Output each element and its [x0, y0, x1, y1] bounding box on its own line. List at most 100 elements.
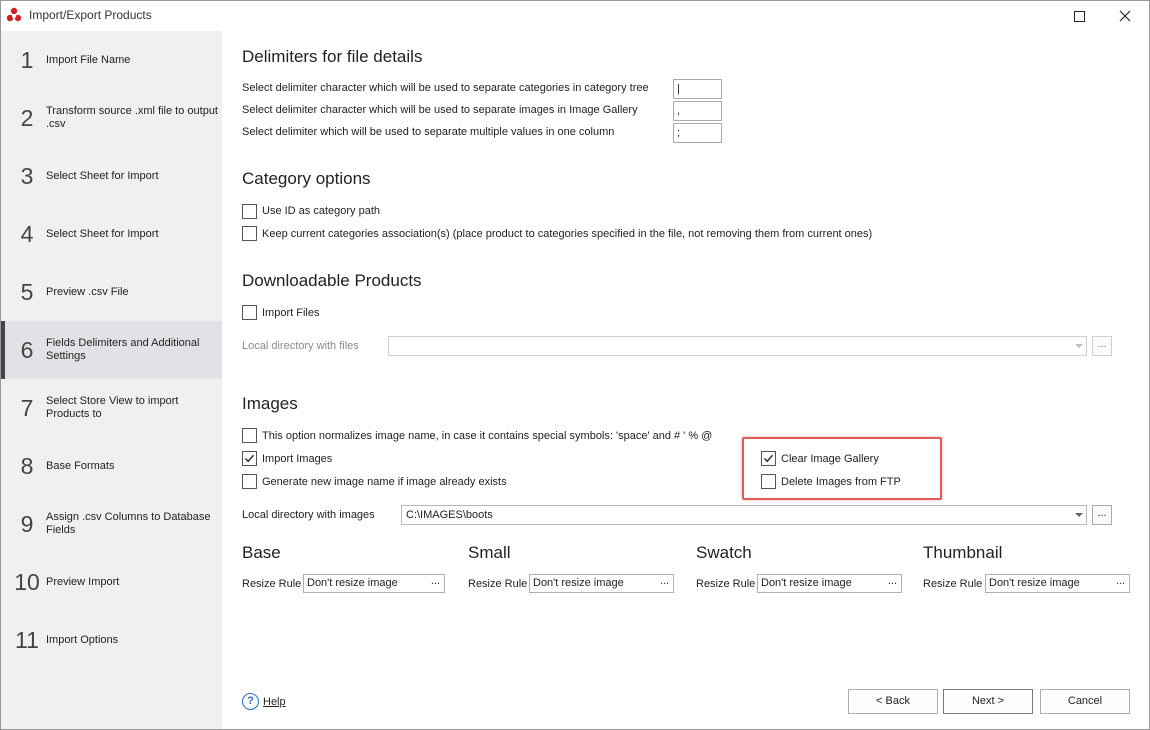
import-files-label: Import Files: [262, 307, 320, 319]
checkmark-icon: [244, 454, 255, 463]
step-assign-columns[interactable]: 9 Assign .csv Columns to Database Fields: [1, 495, 222, 553]
step-number: 3: [20, 162, 34, 189]
step-preview-csv[interactable]: 5 Preview .csv File: [1, 263, 222, 321]
step-number: 1: [20, 46, 34, 73]
more-options-icon: ...: [430, 575, 440, 587]
local-images-dir-combo[interactable]: C:\IMAGES\boots: [401, 505, 1087, 525]
more-options-icon: ...: [659, 575, 669, 587]
help-icon: ?: [242, 693, 259, 710]
step-number: 8: [20, 452, 34, 479]
step-label: Select Sheet for Import: [46, 227, 159, 240]
gallery-delimiter-input[interactable]: ,: [673, 101, 722, 121]
step-transform-xml[interactable]: 2 Transform source .xml file to output .…: [1, 89, 222, 147]
multivalue-delimiter-label: Select delimiter which will be used to s…: [242, 126, 615, 138]
step-label: Select Store View to import Products to: [46, 395, 179, 420]
clear-gallery-label: Clear Image Gallery: [781, 453, 879, 465]
step-fields-delimiters[interactable]: 6 Fields Delimiters and Additional Setti…: [1, 321, 222, 379]
thumbnail-resize-rule-field[interactable]: Don't resize image ...: [985, 574, 1130, 593]
keep-categories-label: Keep current categories association(s) (…: [262, 228, 873, 240]
generate-new-name-label: Generate new image name if image already…: [262, 476, 507, 488]
delimiters-section-title: Delimiters for file details: [242, 47, 423, 66]
more-options-icon: ...: [887, 575, 897, 587]
maximize-icon: [1073, 10, 1085, 22]
use-id-label: Use ID as category path: [262, 205, 381, 217]
next-button[interactable]: Next >: [943, 689, 1033, 714]
base-resize-label: Resize Rule: [242, 578, 302, 590]
import-export-window: Import/Export Products 1 Import File Nam…: [0, 0, 1150, 730]
step-number: 11: [15, 626, 39, 653]
step-number: 6: [20, 336, 34, 363]
dropdown-arrow-icon: [1075, 513, 1083, 517]
keep-categories-checkbox[interactable]: [242, 226, 257, 241]
step-number: 7: [20, 394, 34, 421]
small-resize-value: Don't resize image: [533, 577, 624, 589]
close-icon: [1119, 10, 1131, 22]
dropdown-arrow-icon: [1075, 344, 1083, 348]
category-delimiter-input[interactable]: |: [673, 79, 722, 99]
help-label: Help: [263, 695, 286, 708]
import-files-checkbox[interactable]: [242, 305, 257, 320]
cancel-button[interactable]: Cancel: [1040, 689, 1130, 714]
step-label: Assign .csv Columns to Database Fields: [46, 511, 211, 536]
normalize-name-label: This option normalizes image name, in ca…: [262, 430, 713, 442]
close-button[interactable]: [1105, 1, 1145, 31]
base-resize-rule-field[interactable]: Don't resize image ...: [303, 574, 445, 593]
swatch-resize-rule-field[interactable]: Don't resize image ...: [757, 574, 902, 593]
step-label: Select Sheet for Import: [46, 169, 159, 182]
window-title: Import/Export Products: [29, 8, 152, 22]
swatch-resize-label: Resize Rule: [696, 578, 756, 590]
step-number: 2: [20, 104, 34, 131]
browse-files-button[interactable]: ...: [1092, 336, 1112, 356]
maximize-button[interactable]: [1059, 1, 1099, 31]
checkmark-icon: [763, 454, 774, 463]
delete-ftp-checkbox[interactable]: [761, 474, 776, 489]
main-content: Delimiters for file details Select delim…: [222, 31, 1149, 729]
step-number: 10: [14, 568, 40, 595]
step-import-file-name[interactable]: 1 Import File Name: [1, 31, 222, 89]
more-options-icon: ...: [1115, 575, 1125, 587]
step-select-store-view[interactable]: 7 Select Store View to import Products t…: [1, 379, 222, 437]
step-import-options[interactable]: 11 Import Options: [1, 611, 222, 669]
wizard-steps-sidebar: 1 Import File Name 2 Transform source .x…: [1, 31, 222, 729]
step-label: Preview .csv File: [46, 285, 129, 298]
clear-gallery-checkbox[interactable]: [761, 451, 776, 466]
downloadable-products-title: Downloadable Products: [242, 271, 422, 290]
small-resize-label: Resize Rule: [468, 578, 528, 590]
import-images-checkbox[interactable]: [242, 451, 257, 466]
step-label: Preview Import: [46, 575, 120, 588]
gallery-delimiter-label: Select delimiter character which will be…: [242, 104, 638, 116]
images-section-title: Images: [242, 394, 298, 413]
step-select-sheet-a[interactable]: 3 Select Sheet for Import: [1, 147, 222, 205]
step-select-sheet-b[interactable]: 4 Select Sheet for Import: [1, 205, 222, 263]
step-label: Import Options: [46, 633, 119, 646]
import-images-label: Import Images: [262, 453, 333, 465]
base-image-title: Base: [242, 543, 281, 562]
use-id-checkbox[interactable]: [242, 204, 257, 219]
step-number: 4: [20, 220, 34, 247]
local-files-dir-label: Local directory with files: [242, 340, 359, 352]
step-number: 9: [20, 510, 34, 537]
step-label: Fields Delimiters and Additional Setting…: [46, 337, 200, 362]
small-image-title: Small: [468, 543, 511, 562]
step-number: 5: [20, 278, 34, 305]
step-label: Transform source .xml file to output .cs…: [46, 105, 218, 130]
thumbnail-resize-label: Resize Rule: [923, 578, 983, 590]
swatch-image-title: Swatch: [696, 543, 752, 562]
thumbnail-image-title: Thumbnail: [923, 543, 1003, 562]
step-base-formats[interactable]: 8 Base Formats: [1, 437, 222, 495]
generate-new-name-checkbox[interactable]: [242, 474, 257, 489]
multivalue-delimiter-input[interactable]: ;: [673, 123, 722, 143]
swatch-resize-value: Don't resize image: [761, 577, 852, 589]
browse-images-button[interactable]: ...: [1092, 505, 1112, 525]
back-button[interactable]: < Back: [848, 689, 938, 714]
step-preview-import[interactable]: 10 Preview Import: [1, 553, 222, 611]
thumbnail-resize-value: Don't resize image: [989, 577, 1080, 589]
small-resize-rule-field[interactable]: Don't resize image ...: [529, 574, 674, 593]
highlight-frame: [742, 437, 942, 500]
local-images-dir-label: Local directory with images: [242, 509, 375, 521]
help-link[interactable]: ? Help: [242, 693, 286, 710]
step-label: Import File Name: [46, 53, 131, 66]
normalize-name-checkbox[interactable]: [242, 428, 257, 443]
local-files-dir-combo[interactable]: [388, 336, 1087, 356]
delete-ftp-label: Delete Images from FTP: [781, 476, 901, 488]
